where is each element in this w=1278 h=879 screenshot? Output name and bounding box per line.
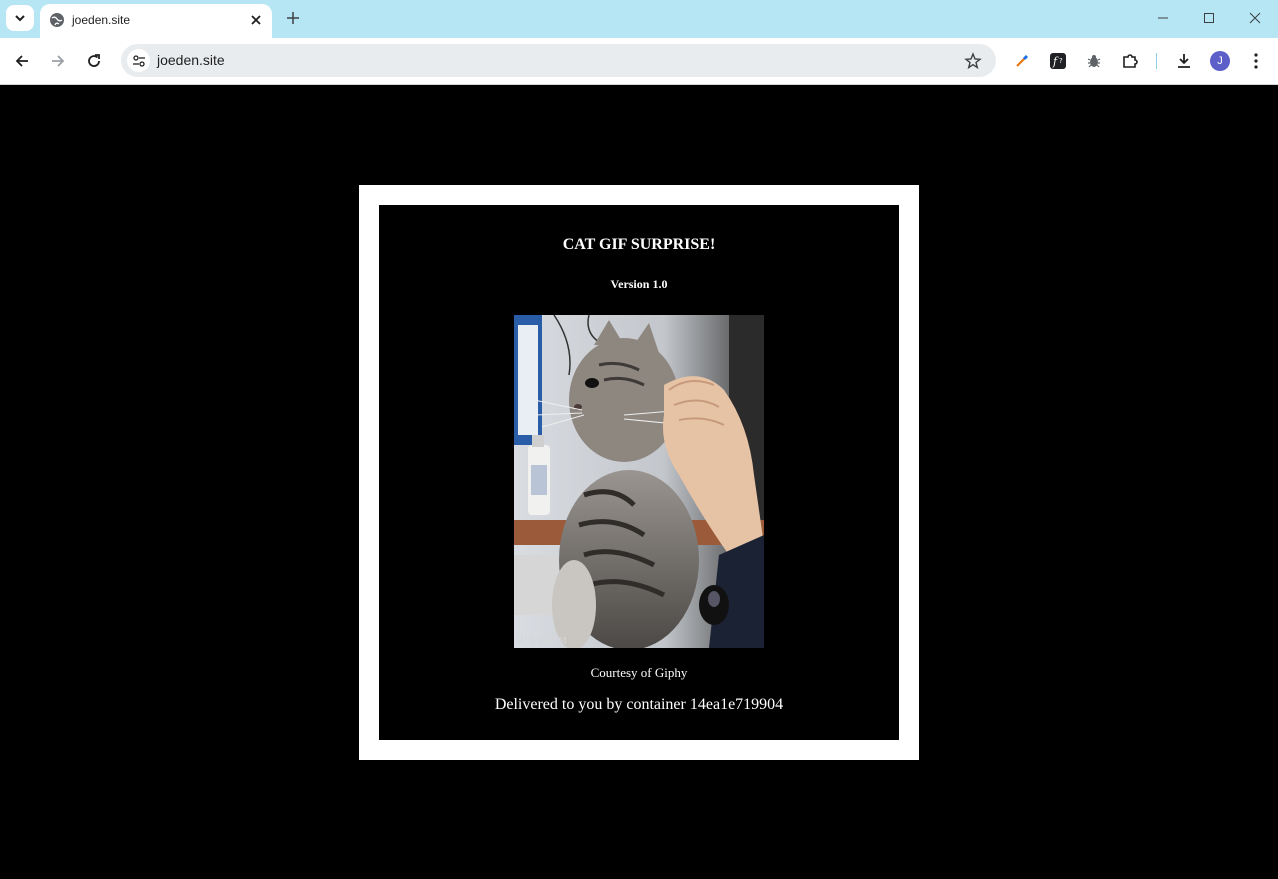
close-icon bbox=[1249, 12, 1261, 24]
downloads-button[interactable] bbox=[1173, 50, 1195, 72]
reload-button[interactable] bbox=[81, 48, 107, 74]
extensions-button[interactable] bbox=[1119, 50, 1141, 72]
close-icon bbox=[251, 15, 261, 25]
courtesy-credit: Courtesy of Giphy bbox=[590, 665, 688, 680]
forward-button[interactable] bbox=[45, 48, 71, 74]
address-bar[interactable]: joeden.site bbox=[121, 44, 996, 77]
color-picker-extension[interactable] bbox=[1011, 50, 1033, 72]
tab-close-button[interactable] bbox=[248, 12, 264, 28]
svg-text:?: ? bbox=[1059, 57, 1063, 65]
content-panel: CAT GIF SURPRISE! Version 1.0 WSWCM Cour… bbox=[379, 205, 899, 740]
version-label: Version 1.0 bbox=[610, 277, 668, 291]
page-viewport: CAT GIF SURPRISE! Version 1.0 WSWCM Cour… bbox=[0, 85, 1278, 879]
page-title: CAT GIF SURPRISE! bbox=[562, 236, 716, 253]
puzzle-icon bbox=[1123, 54, 1138, 68]
arrow-right-icon bbox=[52, 55, 65, 67]
arrow-left-icon bbox=[15, 55, 28, 67]
cat-gif: WSWCM bbox=[514, 315, 764, 648]
more-vert-icon bbox=[1254, 53, 1258, 69]
browser-toolbar: joeden.site f ? J bbox=[0, 38, 1278, 85]
cat-gif-illustration: WSWCM bbox=[514, 315, 764, 648]
bug-icon bbox=[1087, 55, 1101, 68]
tab-strip: joeden.site bbox=[0, 0, 1278, 38]
chevron-down-icon bbox=[15, 15, 25, 22]
minimize-icon bbox=[1158, 17, 1168, 19]
gif-watermark: WSWCM bbox=[517, 636, 569, 647]
plus-icon bbox=[287, 12, 299, 24]
profile-avatar[interactable]: J bbox=[1210, 51, 1230, 71]
toolbar-separator bbox=[1156, 53, 1157, 69]
download-icon bbox=[1178, 54, 1190, 68]
tune-icon bbox=[132, 54, 145, 67]
font-icon: f ? bbox=[1050, 53, 1066, 69]
url-text[interactable]: joeden.site bbox=[157, 52, 225, 68]
globe-icon bbox=[50, 13, 64, 27]
minimize-button[interactable] bbox=[1151, 6, 1175, 30]
close-window-button[interactable] bbox=[1243, 6, 1267, 30]
bug-extension[interactable] bbox=[1083, 50, 1105, 72]
eyedropper-icon bbox=[1016, 54, 1029, 67]
bookmark-star-icon[interactable] bbox=[964, 52, 982, 70]
font-extension[interactable]: f ? bbox=[1047, 50, 1069, 72]
reload-icon bbox=[88, 54, 100, 67]
content-frame: CAT GIF SURPRISE! Version 1.0 WSWCM Cour… bbox=[359, 185, 919, 760]
maximize-button[interactable] bbox=[1197, 6, 1221, 30]
container-info: Delivered to you by container 14ea1e7199… bbox=[494, 696, 784, 713]
tab-title: joeden.site bbox=[72, 13, 131, 27]
new-tab-button[interactable] bbox=[283, 8, 303, 28]
site-info-button[interactable] bbox=[127, 49, 150, 72]
back-button[interactable] bbox=[9, 48, 35, 74]
maximize-icon bbox=[1204, 13, 1214, 23]
menu-button[interactable] bbox=[1245, 50, 1267, 72]
tab-search-button[interactable] bbox=[6, 5, 34, 31]
active-tab[interactable]: joeden.site bbox=[40, 4, 272, 38]
